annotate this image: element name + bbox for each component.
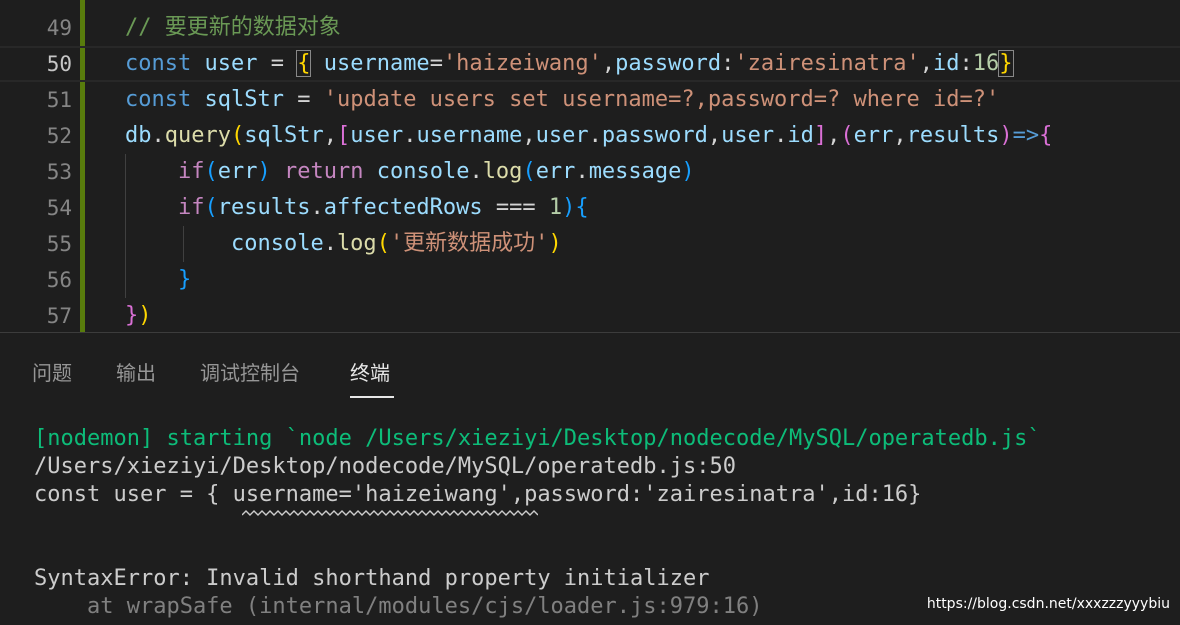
code-text: } bbox=[177, 267, 192, 292]
code-text: db.query(sqlStr,[user.username,user.pass… bbox=[125, 123, 1053, 148]
code-editor[interactable]: 49 50 51 52 53 54 55 56 57 // 要更新的数据对象 c… bbox=[0, 0, 1180, 332]
tab-terminal[interactable]: 终端 bbox=[350, 357, 390, 386]
code-line-55[interactable]: console.log('更新数据成功') bbox=[0, 226, 1180, 262]
active-tab-indicator bbox=[350, 396, 394, 398]
code-line-54[interactable]: if(results.affectedRows === 1){ bbox=[0, 190, 1180, 226]
terminal-line-nodemon: [nodemon] starting `node /Users/xieziyi/… bbox=[34, 426, 1041, 451]
code-text: }) bbox=[125, 303, 152, 328]
code-line-56[interactable]: } bbox=[0, 262, 1180, 298]
code-line-51[interactable]: const sqlStr = 'update users set usernam… bbox=[0, 82, 1180, 118]
tab-output[interactable]: 输出 bbox=[116, 357, 156, 386]
bottom-panel: 问题 输出 调试控制台 终端 [nodemon] starting `node … bbox=[0, 332, 1180, 625]
tab-problems[interactable]: 问题 bbox=[32, 357, 72, 386]
terminal-line-error: SyntaxError: Invalid shorthand property … bbox=[34, 566, 710, 591]
error-caret-underline bbox=[242, 510, 538, 516]
code-text: console.log('更新数据成功') bbox=[230, 231, 562, 256]
code-text: const sqlStr = 'update users set usernam… bbox=[125, 87, 1000, 112]
code-line-49[interactable]: // 要更新的数据对象 bbox=[0, 10, 1180, 46]
code-line-50[interactable]: const user = { username='haizeiwang',pas… bbox=[0, 46, 1180, 82]
code-line-53[interactable]: if(err) return console.log(err.message) bbox=[0, 154, 1180, 190]
terminal-line-filepath: /Users/xieziyi/Desktop/nodecode/MySQL/op… bbox=[34, 454, 736, 479]
code-line-52[interactable]: db.query(sqlStr,[user.username,user.pass… bbox=[0, 118, 1180, 154]
code-line-57[interactable]: }) bbox=[0, 298, 1180, 332]
tab-debug-console[interactable]: 调试控制台 bbox=[200, 357, 300, 386]
code-text: const user = { username='haizeiwang',pas… bbox=[125, 50, 1014, 77]
terminal-line-source: const user = { username='haizeiwang',pas… bbox=[34, 482, 922, 507]
code-text: if(err) return console.log(err.message) bbox=[177, 159, 695, 184]
terminal-line-stack: at wrapSafe (internal/modules/cjs/loader… bbox=[34, 594, 763, 619]
watermark: https://blog.csdn.net/xxxzzzyyybiu bbox=[926, 596, 1170, 612]
code-text: if(results.affectedRows === 1){ bbox=[177, 195, 589, 220]
comment: // 要更新的数据对象 bbox=[125, 15, 341, 40]
